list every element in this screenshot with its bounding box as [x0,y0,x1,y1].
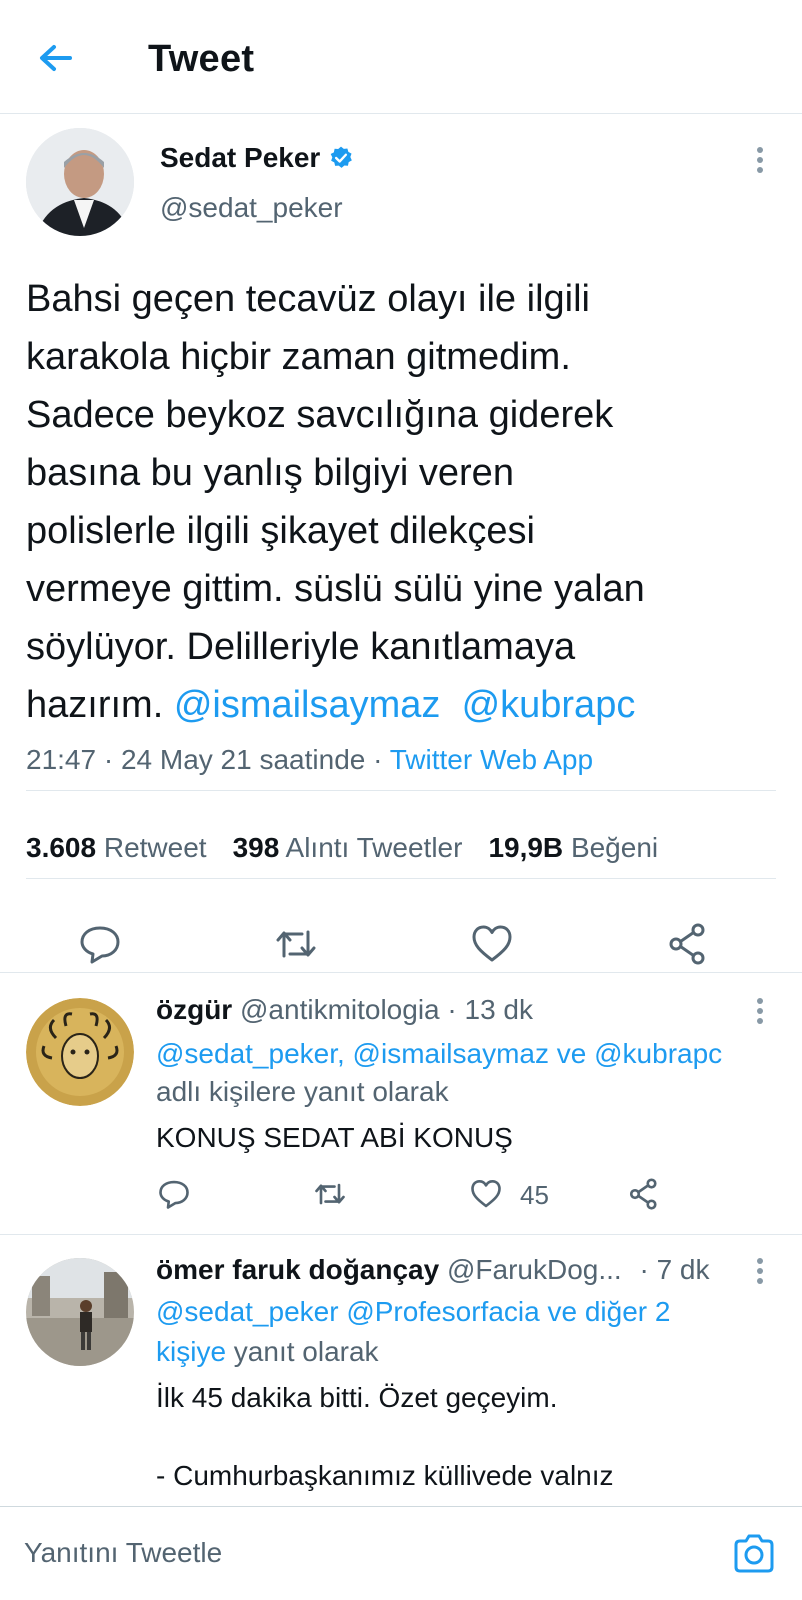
reply-time: · 7 dk [631,1254,710,1285]
reply-text: KONUŞ SEDAT ABİ KONUŞ [156,1122,513,1153]
reply-handle[interactable]: @antikmitologia [240,994,440,1025]
timestamp: 21:47 · 24 May 21 saatinde · [26,744,390,775]
tweet-line-text: hazırım. [26,684,164,726]
tweet-line: basına bu yanlış bilgiyi veren [26,452,514,494]
section-divider [0,972,802,973]
verified-badge-icon [331,146,353,168]
reply-avatar[interactable] [26,998,134,1106]
heart-icon[interactable] [468,920,516,968]
reply-context: adlı kişilere yanıt olarak [156,1076,449,1107]
tweet-actions [0,920,802,972]
tweet-metadata: 21:47 · 24 May 21 saatinde · Twitter Web… [26,742,593,778]
reply-input[interactable]: Yanıtını Tweetle [24,1537,222,1569]
tweet-line: Bahsi geçen tecavüz olayı ile ilgili [26,278,590,320]
engagement-stats: 3.608 Retweet 398 Alıntı Tweetler 19,9B … [26,832,658,864]
tweet-line: söylüyor. Delilleriyle kanıtlamaya [26,626,576,668]
tweet-line: vermeye gittim. süslü sülü yine yalan [26,568,645,610]
like-label: Beğeni [570,832,659,863]
reply-header: özgür @antikmitologia · 13 dk [156,994,533,1026]
reply-time: · 13 dk [439,994,534,1025]
source-link[interactable]: Twitter Web App [390,744,593,775]
reply-mentions[interactable]: @sedat_peker @Profesorfacia ve diğer 2 [156,1292,670,1332]
more-options-icon[interactable] [748,1254,772,1290]
tweet-line-last: hazırım. @ismailsaymaz @kubrapc [26,676,786,734]
like-count: 19,9B [488,832,564,863]
retweet-icon[interactable] [272,920,320,968]
reply-mentions-more[interactable]: kişiye [156,1336,226,1367]
top-bar: Tweet [0,0,802,114]
quote-count: 398 [232,832,280,863]
divider [26,878,776,879]
heart-icon[interactable] [468,1176,504,1212]
more-options-icon[interactable] [748,994,772,1030]
more-options-icon[interactable] [748,142,772,182]
reply-mentions[interactable]: @sedat_peker, @ismailsaymaz ve @kubrapc [156,1034,722,1074]
retweet-icon[interactable] [312,1176,348,1212]
retweet-count: 3.608 [26,832,97,863]
camera-icon[interactable] [730,1529,778,1577]
arrow-left-icon[interactable] [34,36,78,80]
author-name[interactable]: Sedat Peker [160,142,354,174]
share-icon[interactable] [626,1176,662,1212]
quote-label: Alıntı Tweetler [285,832,463,863]
reply-text-continued: - Cumhurbaşkanımız küllivede valnız [156,1460,614,1491]
retweet-stat[interactable]: 3.608 Retweet [26,832,207,864]
tweet-text: Bahsi geçen tecavüz olayı ile ilgili kar… [26,270,786,734]
reply-icon[interactable] [156,1176,192,1212]
tweet-line: Sadece beykoz savcılığına giderek [26,394,614,436]
reply-handle[interactable]: @FarukDog... [447,1254,622,1285]
like-stat[interactable]: 19,9B Beğeni [488,832,658,864]
reply-text: İlk 45 dakika bitti. Özet geçeyim. [156,1382,558,1413]
reply-author-name[interactable]: ömer faruk doğançay [156,1254,439,1285]
reply-avatar[interactable] [26,1258,134,1366]
quote-stat[interactable]: 398 Alıntı Tweetler [233,832,463,864]
reply-author-name[interactable]: özgür [156,994,232,1025]
divider [26,790,776,791]
tweet-line: karakola hiçbir zaman gitmedim. [26,336,571,378]
retweet-label: Retweet [103,832,207,863]
reply-compose-bar: Yanıtını Tweetle [0,1506,802,1600]
page-title: Tweet [148,38,255,80]
author-name-text[interactable]: Sedat Peker [160,142,320,174]
mention-link[interactable]: @kubrapc [462,684,636,726]
section-divider [0,1234,802,1235]
reply-like-count: 45 [520,1180,549,1210]
reply-context-line: kişiye yanıt olarak [156,1332,379,1372]
reply-icon[interactable] [76,920,124,968]
reply-context: yanıt olarak [226,1336,379,1367]
share-icon[interactable] [664,920,712,968]
reply-header: ömer faruk doğançay @FarukDog... · 7 dk [156,1254,710,1286]
mention-link[interactable]: @ismailsaymaz [174,684,441,726]
avatar[interactable] [26,128,134,236]
tweet-line: polislerle ilgili şikayet dilekçesi [26,510,535,552]
author-handle[interactable]: @sedat_peker [160,192,343,224]
